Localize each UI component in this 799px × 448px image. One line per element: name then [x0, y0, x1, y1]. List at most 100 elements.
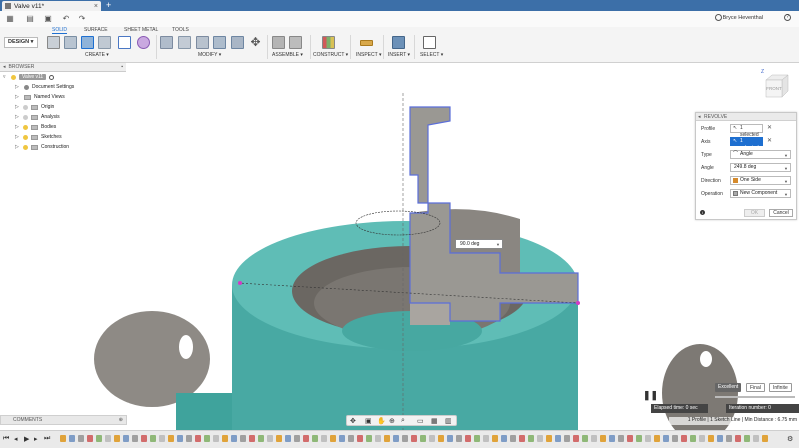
grid-menu-icon[interactable]: ▦: [6, 15, 14, 23]
quality-final-button[interactable]: Final: [746, 383, 765, 392]
measure-icon[interactable]: [360, 40, 373, 46]
chamfer-icon[interactable]: [196, 36, 209, 49]
timeline-feature-icon[interactable]: [753, 435, 759, 442]
display-settings-icon[interactable]: ▭: [417, 417, 424, 425]
activate-radio-icon[interactable]: [49, 74, 55, 80]
sketch-point[interactable]: [238, 281, 242, 285]
timeline-feature-icon[interactable]: [636, 435, 642, 442]
timeline-feature-icon[interactable]: [654, 435, 660, 442]
quality-slider[interactable]: [715, 396, 795, 398]
timeline-feature-icon[interactable]: [411, 435, 417, 442]
timeline-feature-icon[interactable]: [573, 435, 579, 442]
expand-triangle-icon[interactable]: ▷: [15, 104, 20, 110]
modify-menu[interactable]: MODIFY ▾: [198, 52, 221, 58]
timeline-feature-icon[interactable]: [591, 435, 597, 442]
timeline-feature-icon[interactable]: [744, 435, 750, 442]
expand-triangle-icon[interactable]: ▷: [15, 94, 20, 100]
construct-menu[interactable]: CONSTRUCT ▾: [313, 52, 348, 58]
timeline-feature-icon[interactable]: [231, 435, 237, 442]
timeline-feature-icon[interactable]: [204, 435, 210, 442]
timeline-feature-icon[interactable]: [276, 435, 282, 442]
comments-panel[interactable]: COMMENTS ⊕: [0, 415, 127, 425]
timeline-feature-icon[interactable]: [726, 435, 732, 442]
timeline-feature-icon[interactable]: [294, 435, 300, 442]
orbit-icon[interactable]: ✥: [350, 417, 356, 425]
clear-axis-icon[interactable]: ✕: [767, 137, 772, 144]
timeline-feature-icon[interactable]: [258, 435, 264, 442]
timeline-feature-icon[interactable]: [555, 435, 561, 442]
revolve-dialog-header[interactable]: ◂ REVOLVE: [696, 113, 796, 121]
add-comment-icon[interactable]: ⊕: [119, 416, 123, 424]
timeline-feature-icon[interactable]: [519, 435, 525, 442]
revolve-icon[interactable]: [81, 36, 94, 49]
timeline-feature-icon[interactable]: [96, 435, 102, 442]
pin-icon[interactable]: ▪: [121, 64, 123, 70]
browser-item-document-settings[interactable]: ▷ Document Settings: [0, 82, 126, 92]
viewports-icon[interactable]: ▥: [445, 417, 452, 425]
timeline-feature-icon[interactable]: [663, 435, 669, 442]
shell-icon[interactable]: [213, 36, 226, 49]
redo-icon[interactable]: ↷: [78, 15, 86, 23]
timeline-feature-icon[interactable]: [321, 435, 327, 442]
expand-triangle-icon[interactable]: ▷: [15, 144, 20, 150]
workspace-switcher[interactable]: DESIGN ▾: [4, 37, 38, 48]
new-sketch-icon[interactable]: [47, 36, 60, 49]
timeline-feature-icon[interactable]: [249, 435, 255, 442]
timeline-feature-icon[interactable]: [159, 435, 165, 442]
axis-selection[interactable]: ↖ 1 selected: [730, 137, 763, 151]
timeline-feature-icon[interactable]: [357, 435, 363, 442]
expand-triangle-icon[interactable]: ▷: [15, 114, 20, 120]
go-to-start-icon[interactable]: ⏮: [3, 435, 9, 443]
insert-menu[interactable]: INSERT ▾: [388, 52, 410, 58]
profile-selection[interactable]: ↖ 1 selected: [730, 124, 763, 138]
timeline-feature-icon[interactable]: [339, 435, 345, 442]
timeline-feature-icon[interactable]: [177, 435, 183, 442]
browser-item-construction[interactable]: ▷ Construction: [0, 142, 126, 152]
timeline-feature-icon[interactable]: [393, 435, 399, 442]
timeline-feature-icon[interactable]: [546, 435, 552, 442]
move-icon[interactable]: ✥: [249, 36, 262, 49]
joint-icon[interactable]: [289, 36, 302, 49]
timeline-feature-icon[interactable]: [285, 435, 291, 442]
ok-button[interactable]: OK: [744, 209, 765, 217]
step-forward-icon[interactable]: ▸: [34, 435, 38, 443]
timeline-feature-icon[interactable]: [330, 435, 336, 442]
user-name[interactable]: Bryce Heventhal: [723, 15, 763, 21]
timeline-feature-icon[interactable]: [186, 435, 192, 442]
angle-field[interactable]: 249.8 deg ▼: [730, 163, 791, 172]
sweep-icon[interactable]: [98, 36, 111, 49]
timeline-feature-icon[interactable]: [717, 435, 723, 442]
document-tab[interactable]: Valve v11* ×: [2, 1, 101, 11]
assemble-menu[interactable]: ASSEMBLE ▾: [272, 52, 303, 58]
view-cube-face[interactable]: FRONT: [766, 86, 782, 91]
tab-sheet-metal[interactable]: SHEET METAL: [124, 27, 158, 33]
timeline-feature-icon[interactable]: [645, 435, 651, 442]
visibility-bulb-icon[interactable]: [23, 144, 28, 150]
collapse-triangle-icon[interactable]: ▿: [3, 74, 8, 80]
timeline-feature-icon[interactable]: [465, 435, 471, 442]
combine-icon[interactable]: [231, 36, 244, 49]
timeline-feature-icon[interactable]: [618, 435, 624, 442]
browser-root[interactable]: ▿ Valve v11: [0, 72, 126, 82]
timeline-feature-icon[interactable]: [240, 435, 246, 442]
timeline-feature-icon[interactable]: [501, 435, 507, 442]
timeline-feature-icon[interactable]: [375, 435, 381, 442]
timeline-feature-icon[interactable]: [213, 435, 219, 442]
browser-item-origin[interactable]: ▷ Origin: [0, 102, 126, 112]
timeline-feature-icon[interactable]: [492, 435, 498, 442]
close-icon[interactable]: ×: [94, 3, 98, 10]
expand-triangle-icon[interactable]: ▷: [15, 84, 20, 90]
timeline-feature-icon[interactable]: [528, 435, 534, 442]
file-icon[interactable]: ▤: [26, 15, 34, 23]
inspect-menu[interactable]: INSPECT ▾: [356, 52, 382, 58]
direction-select[interactable]: One Side ▼: [730, 176, 791, 185]
pan-icon[interactable]: ✋: [377, 417, 386, 425]
job-status-icon[interactable]: [715, 14, 722, 21]
visibility-bulb-icon[interactable]: [11, 74, 16, 80]
view-cube[interactable]: Z FRONT: [760, 69, 791, 101]
play-icon[interactable]: ▶: [24, 435, 29, 443]
timeline-feature-icon[interactable]: [141, 435, 147, 442]
tab-solid[interactable]: SOLID: [52, 27, 68, 34]
visibility-bulb-icon[interactable]: [23, 114, 28, 120]
undo-icon[interactable]: ↶: [62, 15, 70, 23]
